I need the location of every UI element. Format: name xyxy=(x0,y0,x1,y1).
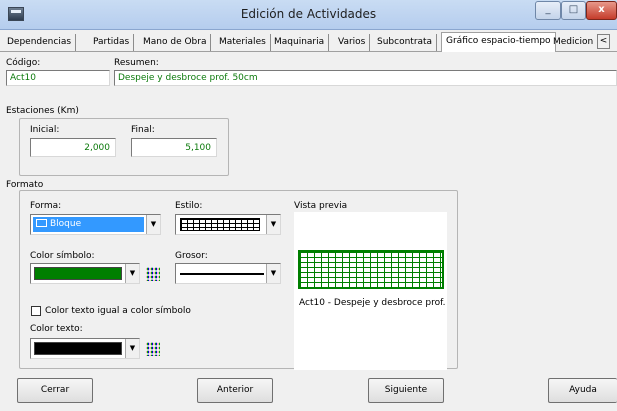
codigo-label: Código: xyxy=(6,58,41,68)
inicial-field[interactable]: 2,000 xyxy=(30,138,116,157)
color-picker-button[interactable] xyxy=(144,265,162,283)
line-thickness-icon xyxy=(180,273,264,275)
maximize-button[interactable]: □ xyxy=(561,1,586,20)
color-simbolo-swatch xyxy=(34,267,122,280)
color-texto-select[interactable]: ▼ xyxy=(30,338,140,359)
tab-maquinaria[interactable]: Maquinaria xyxy=(270,34,330,51)
chevron-down-icon[interactable]: ▼ xyxy=(125,339,139,358)
inicial-label: Inicial: xyxy=(30,125,60,135)
resumen-label: Resumen: xyxy=(114,58,159,68)
vista-previa-panel: Act10 - Despeje y desbroce prof. 50cm xyxy=(294,212,449,370)
final-field[interactable]: 5,100 xyxy=(131,138,217,157)
estilo-select[interactable]: ▼ xyxy=(175,214,281,235)
tab-subcontrata[interactable]: Subcontrata xyxy=(373,34,438,51)
tab-grafico-espacio-tiempo[interactable]: Gráfico espacio-tiempo xyxy=(441,32,556,52)
grosor-select[interactable]: ▼ xyxy=(175,263,281,284)
tab-scroll-left-button[interactable]: < xyxy=(597,34,610,49)
color-texto-igual-checkbox[interactable] xyxy=(31,306,41,316)
color-texto-swatch xyxy=(34,342,122,355)
tab-varios[interactable]: Varios xyxy=(334,34,371,51)
formato-label: Formato xyxy=(6,180,44,190)
color-simbolo-label: Color símbolo: xyxy=(30,251,95,261)
chevron-down-icon[interactable]: ▼ xyxy=(146,215,160,234)
block-shape-icon xyxy=(36,219,47,227)
window-title: Edición de Actividades xyxy=(240,7,377,21)
ayuda-button[interactable]: Ayuda xyxy=(548,378,617,403)
estilo-label: Estilo: xyxy=(175,201,203,211)
resumen-field[interactable]: Despeje y desbroce prof. 50cm xyxy=(114,70,617,86)
color-palette-icon xyxy=(146,267,160,281)
siguiente-button[interactable]: Siguiente xyxy=(368,378,444,403)
color-palette-icon xyxy=(146,342,160,356)
grosor-label: Grosor: xyxy=(175,251,208,261)
cerrar-button[interactable]: Cerrar xyxy=(17,378,93,403)
minimize-button[interactable]: _ xyxy=(535,1,561,20)
forma-selected-value: Bloque xyxy=(33,217,144,232)
forma-select[interactable]: Bloque ▼ xyxy=(30,214,161,235)
preview-symbol xyxy=(298,250,444,289)
color-texto-label: Color texto: xyxy=(30,324,83,334)
tab-partidas[interactable]: Partidas xyxy=(89,34,135,51)
tab-strip: Dependencias Partidas Mano de Obra Mater… xyxy=(0,31,617,52)
tab-materiales[interactable]: Materiales xyxy=(215,34,271,51)
chevron-down-icon[interactable]: ▼ xyxy=(125,264,139,283)
codigo-field[interactable]: Act10 xyxy=(6,70,110,86)
chevron-down-icon[interactable]: ▼ xyxy=(266,215,280,234)
tab-dependencias[interactable]: Dependencias xyxy=(3,34,77,51)
tab-mano-de-obra[interactable]: Mano de Obra xyxy=(139,34,212,51)
estaciones-label: Estaciones (Km) xyxy=(6,106,79,116)
close-button[interactable]: x xyxy=(586,1,617,20)
tab-medicion[interactable]: Medicion xyxy=(549,34,597,51)
anterior-button[interactable]: Anterior xyxy=(197,378,273,403)
forma-label: Forma: xyxy=(30,201,62,211)
color-texto-igual-label: Color texto igual a color símbolo xyxy=(45,306,191,316)
vista-previa-label: Vista previa xyxy=(294,201,348,211)
preview-caption: Act10 - Despeje y desbroce prof. 50cm xyxy=(299,298,449,308)
forma-value: Bloque xyxy=(50,219,82,229)
title-bar: Edición de Actividades _ □ x xyxy=(0,0,617,30)
final-label: Final: xyxy=(131,125,155,135)
color-simbolo-select[interactable]: ▼ xyxy=(30,263,140,284)
grid-pattern-icon xyxy=(180,218,260,231)
color-picker-button[interactable] xyxy=(144,340,162,358)
chevron-down-icon[interactable]: ▼ xyxy=(266,264,280,283)
